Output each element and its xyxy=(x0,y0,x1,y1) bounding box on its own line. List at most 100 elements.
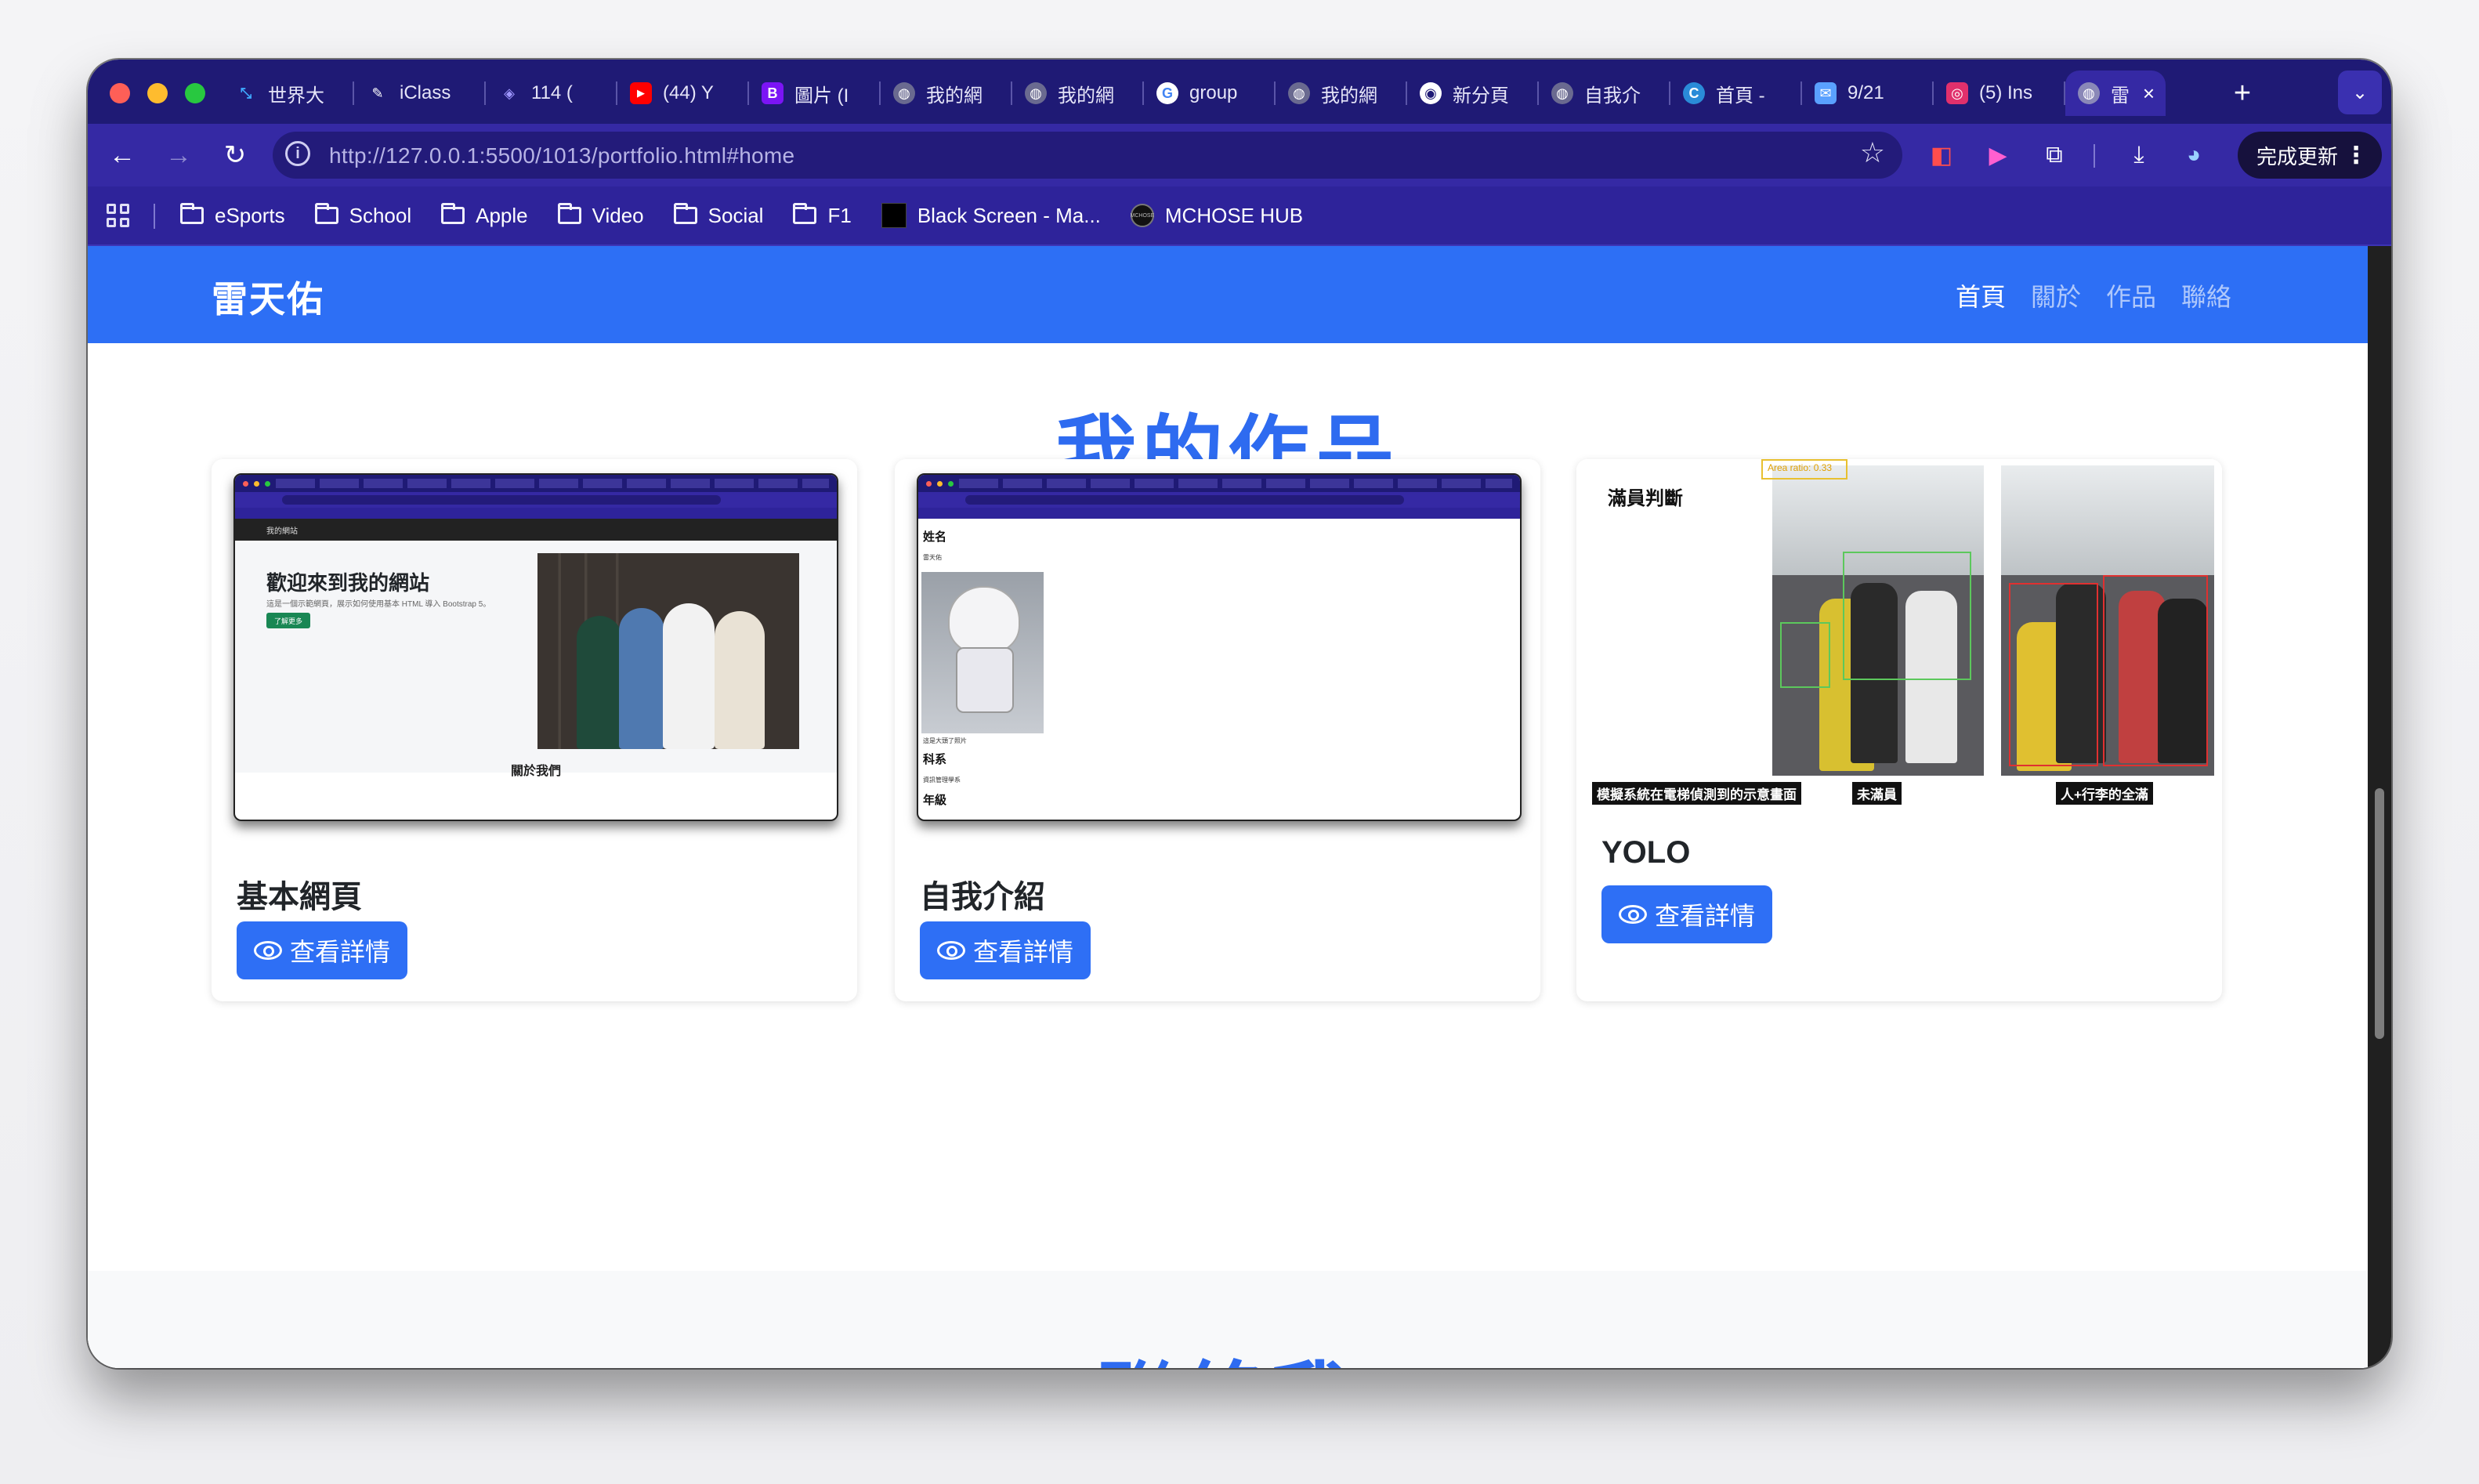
tab-title: 首頁 - xyxy=(1716,85,1765,107)
extension-red-icon[interactable]: ◧ xyxy=(1923,136,1960,174)
fullscreen-window-button[interactable] xyxy=(185,83,205,103)
portfolio-card-basic-webpage: 我的網站 歡迎來到我的網站 這是一個示範網頁，展示如何使用基本 HTML 導入 … xyxy=(212,459,857,1001)
button-label: 查看詳情 xyxy=(289,938,390,966)
bookmark-video[interactable]: Video xyxy=(557,203,644,228)
edge-icon: C xyxy=(1683,82,1705,104)
reload-button[interactable]: ↻ xyxy=(215,135,255,176)
tab[interactable]: C 首頁 - xyxy=(1670,71,1802,116)
tab-title: 我的網 xyxy=(926,85,983,107)
tab[interactable]: ◎ (5) Ins xyxy=(1934,71,2065,116)
more-menu-icon[interactable]: ⋮ xyxy=(2344,142,2368,169)
bookmark-apple[interactable]: Apple xyxy=(441,203,528,228)
extension-camera-icon[interactable]: ▶ xyxy=(1979,136,2017,174)
view-details-button[interactable]: 查看詳情 xyxy=(1601,885,1772,943)
close-window-button[interactable] xyxy=(110,83,130,103)
youtube-icon: ▶ xyxy=(630,82,652,104)
profile-avatar-icon[interactable]: ◕ xyxy=(2175,136,2213,174)
bookmark-label: F1 xyxy=(827,203,852,227)
preview-about-heading: 關於我們 xyxy=(510,765,561,778)
tab[interactable]: ◈ 114 ( xyxy=(486,71,617,116)
tab-title: 世界大 xyxy=(268,85,324,107)
preview-site-nav: 我的網站 xyxy=(235,519,837,541)
nav-link-about[interactable]: 關於 xyxy=(2031,277,2081,313)
bookmark-label: Apple xyxy=(476,203,528,227)
bookmark-label: eSports xyxy=(215,203,285,227)
tab-title: 9/21 xyxy=(1847,82,1884,103)
tab[interactable]: ◉ 新分頁 xyxy=(1407,71,1539,116)
tab[interactable]: ◍ 自我介 xyxy=(1539,71,1670,116)
tab[interactable]: Ggroup xyxy=(1144,71,1276,116)
yolo-caption-full: 人+行李的全滿 xyxy=(2056,782,2153,805)
tab[interactable]: ✉ 9/21 xyxy=(1802,71,1934,116)
bookmarks-bar: eSports School Apple Video Social F1 Bla… xyxy=(88,186,2391,246)
preview-name-label: 姓名 xyxy=(923,530,947,544)
globe-icon: ◍ xyxy=(893,82,915,104)
tab[interactable]: ✎ iClass xyxy=(354,71,486,116)
tab[interactable]: ◍ 我的網 xyxy=(881,71,1012,116)
bookmark-label: MCHOSE HUB xyxy=(1164,203,1304,227)
self-intro-preview-image: 姓名 雷天佑 這是大頭了照片 科系 資訊管理學系 年級 xyxy=(917,473,1522,821)
bookmark-school[interactable]: School xyxy=(314,203,411,228)
elevator-photo-full xyxy=(2001,465,2214,776)
apps-grid-icon[interactable] xyxy=(107,204,130,227)
bookmark-mchose-hub[interactable]: MCHOSE MCHOSE HUB xyxy=(1131,204,1303,228)
forward-button[interactable]: → xyxy=(158,135,199,176)
url-text[interactable]: http://127.0.0.1:5500/1013/portfolio.htm… xyxy=(329,143,794,168)
site-brand[interactable]: 雷天佑 xyxy=(212,271,324,323)
view-details-button[interactable]: 查看詳情 xyxy=(920,921,1091,979)
tab[interactable]: ⤡ 世界大 xyxy=(223,71,354,116)
tab-bar: ⤡ 世界大 ✎ iClass ◈ 114 ( ▶ (44) Y B 圖片 (I ◍ 我的網 … xyxy=(88,60,2391,124)
preview-toolbar xyxy=(235,492,837,508)
bookmark-black-screen[interactable]: Black Screen - Ma... xyxy=(881,203,1101,228)
minimize-window-button[interactable] xyxy=(147,83,168,103)
tab-title: 圖片 (I xyxy=(794,85,849,107)
folder-icon xyxy=(441,203,465,224)
chat-icon: ✉ xyxy=(1815,82,1837,104)
close-tab-icon[interactable]: × xyxy=(2143,81,2155,106)
bookmark-list: eSports School Apple Video Social F1 Bla… xyxy=(180,186,1303,244)
layers-icon: ◈ xyxy=(504,85,515,101)
preview-hero-title: 歡迎來到我的網站 xyxy=(266,571,430,595)
extensions-puzzle-icon[interactable]: ⧉ xyxy=(2036,136,2073,174)
elevator-photo-not-full xyxy=(1772,465,1984,776)
nav-link-contact[interactable]: 聯絡 xyxy=(2181,277,2231,313)
site-nav: 首頁 關於 作品 聯絡 xyxy=(1956,277,2231,313)
tab-title: (5) Ins xyxy=(1979,82,2033,103)
preview-department-label: 科系 xyxy=(923,753,947,766)
globe-icon: ◍ xyxy=(1551,82,1573,104)
preview-department-value: 資訊管理學系 xyxy=(923,776,961,784)
bootstrap-icon: B xyxy=(762,82,784,104)
folder-icon xyxy=(793,203,817,224)
folder-icon xyxy=(180,203,204,224)
tab[interactable]: B 圖片 (I xyxy=(749,71,881,116)
new-tab-button[interactable]: + xyxy=(2220,71,2264,116)
tab[interactable]: ◍ 我的網 xyxy=(1276,71,1407,116)
view-details-button[interactable]: 查看詳情 xyxy=(237,921,407,979)
site-navbar: 雷天佑 首頁 關於 作品 聯絡 xyxy=(88,246,2368,343)
bookmark-esports[interactable]: eSports xyxy=(180,203,285,228)
bookmark-star-icon[interactable]: ☆ xyxy=(1860,136,1885,169)
black-square-icon xyxy=(881,203,907,228)
bookmark-f1[interactable]: F1 xyxy=(793,203,852,228)
toolbar-divider xyxy=(2094,144,2095,168)
yolo-preview-image: 滿員判斷 Area ratio: 0.33 模擬系統在電梯偵測到的示意畫面 未滿… xyxy=(1576,459,2222,812)
download-icon[interactable]: ⤓ xyxy=(2120,136,2158,174)
back-button[interactable]: ← xyxy=(102,135,143,176)
nav-link-portfolio[interactable]: 作品 xyxy=(2106,277,2156,313)
tab-active[interactable]: ◍ 雷 × xyxy=(2065,71,2166,116)
page-viewport: 雷天佑 首頁 關於 作品 聯絡 我的作品 我的網站 歡迎來到我的網站 這是一個示… xyxy=(88,246,2368,1368)
folder-icon xyxy=(557,203,581,224)
nav-link-home[interactable]: 首頁 xyxy=(1956,277,2006,313)
address-bar[interactable]: i http://127.0.0.1:5500/1013/portfolio.h… xyxy=(273,132,1902,179)
tab-title: iClass xyxy=(400,82,451,103)
card-title: 自我介紹 xyxy=(920,880,1045,914)
info-icon[interactable]: i xyxy=(285,141,310,166)
update-button[interactable]: 完成更新 ⋮ xyxy=(2238,132,2382,179)
tab[interactable]: ▶ (44) Y xyxy=(617,71,749,116)
tab[interactable]: ◍ 我的網 xyxy=(1012,71,1144,116)
card-title: YOLO xyxy=(1601,835,1691,870)
bookmark-social[interactable]: Social xyxy=(673,203,763,228)
page-scrollbar-thumb[interactable] xyxy=(2375,788,2384,1039)
tab-search-button[interactable]: ⌄ xyxy=(2338,71,2382,114)
bookmarks-divider xyxy=(154,204,155,229)
